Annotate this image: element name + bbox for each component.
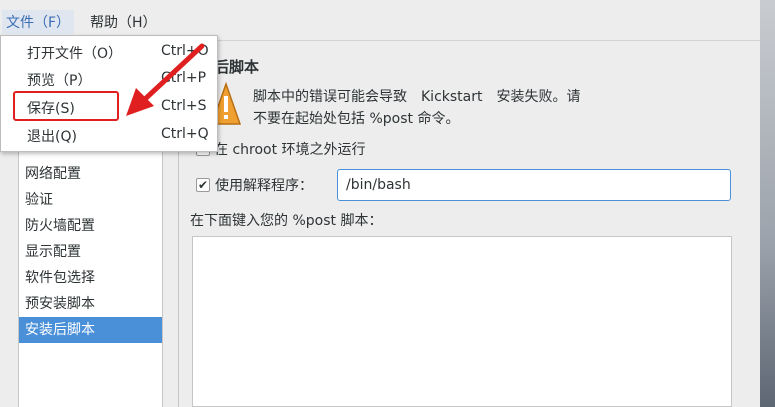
sidebar-item-firewall[interactable]: 防火墙配置 bbox=[19, 213, 162, 239]
chroot-label: 在 chroot 环境之外运行 bbox=[214, 142, 366, 158]
sidebar-item-packages[interactable]: 软件包选择 bbox=[19, 265, 162, 291]
interpreter-label: 使用解释程序： bbox=[215, 178, 313, 194]
section-title: 后脚本 bbox=[214, 58, 260, 76]
warning-text: 脚本中的错误可能会导致 Kickstart 安装失败。请 不要在起始处包括 %p… bbox=[253, 86, 580, 130]
desktop-background bbox=[760, 0, 775, 407]
menu-item-quit-accel: Ctrl+Q bbox=[161, 126, 209, 142]
interpreter-checkbox[interactable]: ✔ bbox=[196, 178, 210, 192]
sidebar-item-network[interactable]: 网络配置 bbox=[19, 161, 162, 187]
warning-line-2: 不要在起始处包括 %post 命令。 bbox=[253, 111, 460, 127]
menu-help[interactable]: 帮助（H） bbox=[86, 10, 161, 34]
save-highlight-box bbox=[13, 91, 119, 121]
script-label: 在下面键入您的 %post 脚本： bbox=[190, 213, 383, 229]
post-script-editor[interactable] bbox=[192, 236, 732, 407]
sidebar-item-display[interactable]: 显示配置 bbox=[19, 239, 162, 265]
interpreter-input[interactable] bbox=[337, 169, 731, 201]
menu-item-open-label: 打开文件（O） bbox=[27, 46, 123, 62]
warning-line-1: 脚本中的错误可能会导致 Kickstart 安装失败。请 bbox=[253, 89, 581, 105]
checkmark-icon: ✔ bbox=[197, 178, 209, 192]
sidebar-item-post-script[interactable]: 安装后脚本 bbox=[19, 317, 162, 343]
menu-item-quit-label: 退出(Q) bbox=[27, 129, 77, 145]
menu-item-preview-label: 预览（P） bbox=[27, 73, 92, 89]
menu-item-quit[interactable]: 退出(Q) Ctrl+Q bbox=[1, 122, 217, 148]
menu-file[interactable]: 文件（F） bbox=[2, 10, 75, 34]
kickstart-window: 文件（F） 帮助（H） 网络配置 验证 防火墙配置 显示配置 软件包选择 预安装… bbox=[0, 0, 760, 407]
sidebar-item-auth[interactable]: 验证 bbox=[19, 187, 162, 213]
annotation-arrow-icon bbox=[126, 43, 205, 116]
sidebar-item-pre-script[interactable]: 预安装脚本 bbox=[19, 291, 162, 317]
